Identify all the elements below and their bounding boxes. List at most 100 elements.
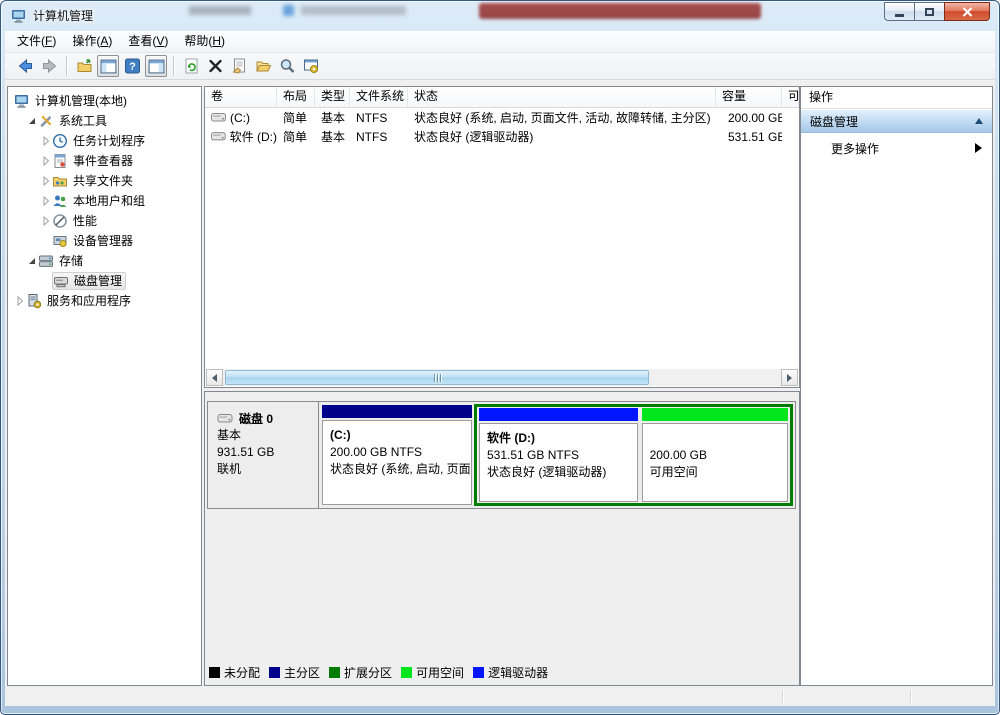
tree-item-storage[interactable]: 存储 [8,251,201,271]
help-icon: ? [124,58,141,74]
delete-button[interactable] [204,55,226,77]
collapsed-arrow-icon[interactable] [40,215,52,227]
disk-name: 磁盘 0 [239,410,273,427]
system-tools-icon [38,113,56,129]
services-icon [26,293,44,309]
more-actions-item[interactable]: 更多操作 [801,133,992,163]
action-pane-button[interactable] [145,55,167,77]
collapsed-arrow-icon[interactable] [14,295,26,307]
legend-swatch-extended [329,667,340,678]
column-header-status[interactable]: 状态 [408,87,716,107]
partition-title [650,430,785,447]
tree-item-task-scheduler[interactable]: 任务计划程序 [8,131,201,151]
collapsed-arrow-icon[interactable] [40,155,52,167]
event-viewer-icon [52,153,70,169]
refresh-button[interactable] [180,55,202,77]
expanded-arrow-icon[interactable] [26,115,38,127]
disk-type: 基本 [217,427,318,444]
expanded-arrow-icon[interactable] [26,255,38,267]
close-icon [962,7,973,17]
actions-header: 操作 [801,87,992,109]
tree-item-performance[interactable]: 性能 [8,211,201,231]
computer-icon [14,93,32,109]
menu-view[interactable]: 查看(V) [120,31,176,52]
collapsed-arrow-icon[interactable] [40,175,52,187]
open-folder-icon [255,58,272,74]
device-manager-icon [52,233,70,249]
section-title: 磁盘管理 [810,113,858,130]
task-scheduler-icon [52,133,70,149]
scroll-right-button[interactable] [781,369,798,386]
tree-item-shared-folders[interactable]: 共享文件夹 [8,171,201,191]
title-bar[interactable]: 计算机管理 [1,1,999,31]
tree-item-disk-management[interactable]: 磁盘管理 [8,271,201,291]
partition-size: 200.00 GB NTFS [330,444,469,461]
submenu-arrow-icon [975,143,982,153]
legend-label: 逻辑驱动器 [488,664,548,681]
window-title: 计算机管理 [33,1,93,31]
scroll-left-button[interactable] [206,369,223,386]
volume-list-panel: 卷 布局 类型 文件系统 状态 容量 可用空间 (C:) 简单 基本 NTFS … [204,86,800,388]
menu-file[interactable]: 文件(F) [9,31,64,52]
legend-swatch-logical [473,667,484,678]
minimize-button[interactable] [884,2,914,21]
free-space-region[interactable]: 200.00 GB 可用空间 [642,408,788,502]
menu-action[interactable]: 操作(A) [64,31,120,52]
properties-icon [231,58,248,74]
help-button[interactable]: ? [121,55,143,77]
rescan-disks-button[interactable] [300,55,322,77]
volume-table-header: 卷 布局 类型 文件系统 状态 容量 可用空间 [205,87,799,108]
forward-button[interactable] [38,55,60,77]
scroll-right-icon [787,374,792,382]
show-console-tree-button[interactable] [73,55,95,77]
toolbar-separator [173,56,174,76]
disk-0-row: 磁盘 0 基本 931.51 GB 联机 (C:) 200.00 GB NTFS [207,401,796,509]
disk-0-label[interactable]: 磁盘 0 基本 931.51 GB 联机 [208,402,319,508]
legend-swatch-unallocated [209,667,220,678]
status-bar [5,688,995,706]
collapsed-arrow-icon[interactable] [40,135,52,147]
disk-management-section-bar[interactable]: 磁盘管理 [801,109,992,133]
column-header-layout[interactable]: 布局 [277,87,315,107]
partition-c[interactable]: (C:) 200.00 GB NTFS 状态良好 (系统, 启动, 页面 [322,405,472,505]
back-button[interactable] [14,55,36,77]
close-button[interactable] [944,2,990,21]
tree-item-computer-management[interactable]: 计算机管理(本地) [8,91,201,111]
legend-label: 可用空间 [416,664,464,681]
menu-bar: 文件(F) 操作(A) 查看(V) 帮助(H) [5,31,995,53]
back-icon [17,58,34,74]
column-header-volume[interactable]: 卷 [205,87,277,107]
horizontal-scrollbar[interactable] [206,369,798,386]
column-header-free-space[interactable]: 可用空间 [782,87,799,107]
scrollbar-track[interactable] [223,369,781,386]
background-blur-text [189,6,251,15]
maximize-button[interactable] [914,2,944,21]
console-tree-panel: 计算机管理(本地) 系统工具 任务计划程序 事件查看器 [7,86,202,686]
column-header-type[interactable]: 类型 [315,87,350,107]
shared-folders-icon [52,173,70,189]
volume-row-c[interactable]: (C:) 简单 基本 NTFS 状态良好 (系统, 启动, 页面文件, 活动, … [205,108,799,127]
partition-size: 531.51 GB NTFS [487,447,635,464]
disk-size: 931.51 GB [217,444,318,461]
collapse-icon[interactable] [975,118,983,124]
properties-button[interactable] [228,55,250,77]
tree-item-system-tools[interactable]: 系统工具 [8,111,201,131]
open-folder-button[interactable] [252,55,274,77]
tree-item-services-applications[interactable]: 服务和应用程序 [8,291,201,311]
collapsed-arrow-icon[interactable] [40,195,52,207]
computer-management-window: 计算机管理 文件(F) 操作(A) 查看(V) 帮助(H) [0,0,1000,715]
column-header-capacity[interactable]: 容量 [716,87,782,107]
legend-swatch-primary [269,667,280,678]
volume-row-d[interactable]: 软件 (D:) 简单 基本 NTFS 状态良好 (逻辑驱动器) 531.51 G… [205,127,799,146]
partition-d[interactable]: 软件 (D:) 531.51 GB NTFS 状态良好 (逻辑驱动器) [479,408,638,502]
menu-help[interactable]: 帮助(H) [176,31,233,52]
scrollbar-thumb[interactable] [225,370,649,385]
column-header-filesystem[interactable]: 文件系统 [350,87,408,107]
more-actions-label: 更多操作 [831,140,879,157]
tree-item-event-viewer[interactable]: 事件查看器 [8,151,201,171]
tree-item-device-manager[interactable]: 设备管理器 [8,231,201,251]
partition-title: (C:) [330,427,469,444]
search-button[interactable] [276,55,298,77]
tree-item-local-users-groups[interactable]: 本地用户和组 [8,191,201,211]
console-window-button[interactable] [97,55,119,77]
